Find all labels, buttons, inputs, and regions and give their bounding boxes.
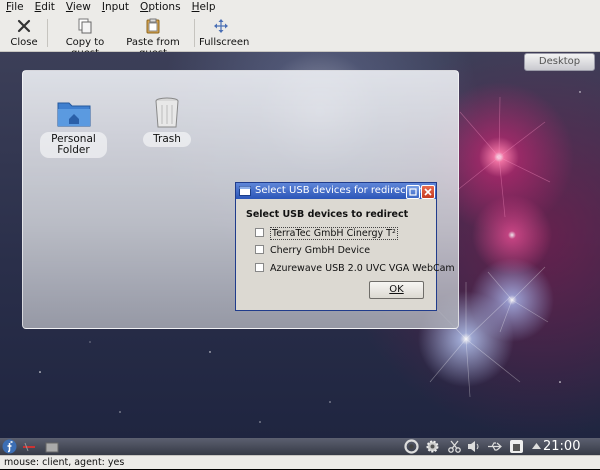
network-icon[interactable]: [22, 441, 36, 453]
maximize-icon: [409, 188, 417, 196]
status-text: mouse: client, agent: yes: [4, 457, 125, 468]
menu-edit[interactable]: Edit: [29, 0, 60, 14]
statusbar: mouse: client, agent: yes: [0, 455, 600, 469]
menu-input[interactable]: Input: [96, 0, 134, 14]
device-label: Cherry GmbH Device: [270, 245, 371, 256]
device-label: Azurewave USB 2.0 UVC VGA WebCam: [270, 263, 455, 274]
desktop-button[interactable]: Desktop: [524, 53, 595, 71]
printer-icon[interactable]: [509, 439, 524, 454]
caret-up-icon[interactable]: [529, 439, 544, 454]
usb-icon[interactable]: [487, 439, 502, 454]
menu-file[interactable]: File: [0, 0, 29, 14]
dialog-title-bar: Select USB devices for redirection: [236, 183, 436, 199]
toolbar-separator: [47, 19, 48, 47]
folder-icon[interactable]: [57, 99, 91, 127]
fullscreen-icon: [214, 19, 228, 33]
close-label: Close: [10, 37, 38, 48]
file-manager-icon[interactable]: [45, 441, 59, 453]
usb-device-row[interactable]: Azurewave USB 2.0 UVC VGA WebCam: [255, 263, 455, 275]
copy-to-guest-button[interactable]: Copy to guest: [55, 16, 115, 59]
settings-gear-icon[interactable]: [425, 439, 440, 454]
fullscreen-button[interactable]: Fullscreen: [199, 16, 249, 49]
fullscreen-label: Fullscreen: [199, 37, 250, 48]
guest-taskbar: 21:00: [0, 438, 600, 455]
guest-desktop[interactable]: Desktop Personal Folder Trash Select USB…: [0, 52, 600, 438]
paste-from-guest-button[interactable]: Paste from guest: [117, 16, 189, 59]
toolbar: Close Copy to guest Paste from guest Ful…: [0, 14, 600, 59]
window-icon: [239, 186, 251, 196]
device-label: TerraTec GmbH Cinergy T²: [270, 227, 398, 240]
trash-icon[interactable]: [154, 97, 180, 129]
usb-device-row[interactable]: TerraTec GmbH Cinergy T²: [255, 227, 398, 240]
personal-folder-label[interactable]: Personal Folder: [40, 132, 107, 158]
menu-help[interactable]: Help: [186, 0, 221, 14]
ok-label: OK: [389, 284, 404, 295]
device-checkbox[interactable]: [255, 228, 264, 237]
close-icon: [17, 19, 31, 33]
ok-button[interactable]: OK: [369, 281, 424, 299]
device-checkbox[interactable]: [255, 245, 264, 254]
dialog-heading: Select USB devices to redirect: [246, 209, 409, 220]
close-icon: [424, 188, 432, 196]
dialog-body: Select USB devices to redirect TerraTec …: [236, 199, 455, 310]
dialog-title: Select USB devices for redirection: [255, 185, 425, 196]
paste-icon: [146, 18, 160, 34]
menubar: File Edit View Input Options Help: [0, 0, 600, 14]
trash-label[interactable]: Trash: [143, 132, 191, 147]
device-checkbox[interactable]: [255, 263, 264, 272]
close-button[interactable]: Close: [6, 16, 42, 49]
usb-device-row[interactable]: Cherry GmbH Device: [255, 245, 370, 257]
menu-view[interactable]: View: [60, 0, 96, 14]
clock[interactable]: 21:00: [543, 438, 580, 455]
personal-folder-label-line2: Folder: [57, 144, 90, 156]
volume-icon[interactable]: [466, 439, 481, 454]
menu-options[interactable]: Options: [134, 0, 186, 14]
maximize-button[interactable]: [406, 185, 420, 199]
help-lifebuoy-icon[interactable]: [404, 439, 419, 454]
toolbar-separator: [194, 19, 195, 47]
usb-redirect-dialog: Select USB devices for redirection Selec…: [235, 182, 455, 311]
dialog-close-button[interactable]: [421, 185, 435, 199]
fedora-menu-icon[interactable]: [2, 439, 17, 454]
copy-icon: [78, 18, 92, 34]
scissors-icon[interactable]: [447, 439, 462, 454]
